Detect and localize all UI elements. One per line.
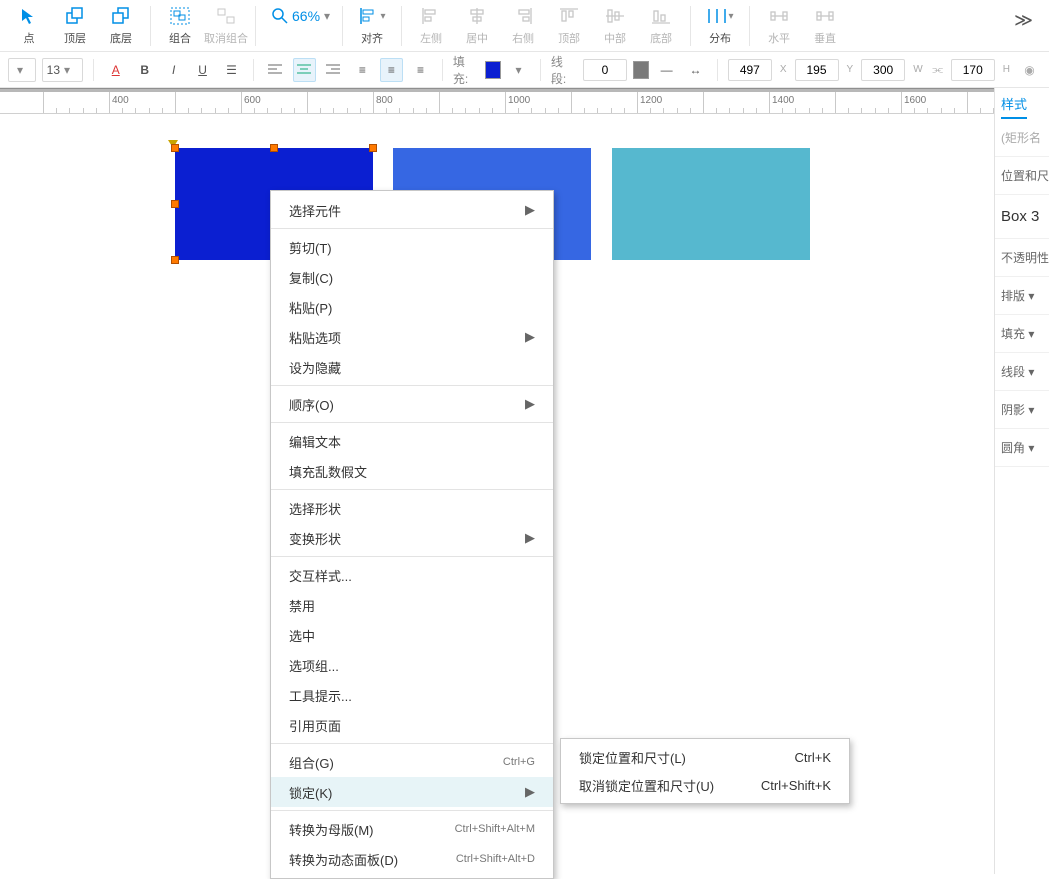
valign-middle-button[interactable]: ≡ (380, 58, 403, 82)
menu-item[interactable]: 填充乱数假文 (271, 456, 553, 486)
distribute-dropdown[interactable]: ▾ 分布 (697, 4, 743, 50)
style-panel: 样式 (矩形名 位置和尺寸Box 3不透明性 ▾排版 ▾填充 ▾线段 ▾阴影 ▾… (994, 88, 1049, 874)
submenu-item[interactable]: 取消锁定位置和尺寸(U)Ctrl+Shift+K (561, 771, 849, 799)
align-bottom-button: 底部 (638, 4, 684, 50)
menu-item[interactable]: 引用页面 (271, 710, 553, 740)
toolbar-overflow-button[interactable]: ≫ (1014, 4, 1043, 31)
h-input[interactable] (951, 59, 995, 81)
align-right-button: 右侧 (500, 4, 546, 50)
font-color-button[interactable]: A (104, 58, 127, 82)
ruler-horizontal: 4006008001000120014001600 (0, 92, 1049, 114)
context-menu: 选择元件 ▶ 剪切(T) 复制(C) 粘贴(P) 粘贴选项 ▶ 设为隐藏 顺序(… (270, 190, 554, 879)
menu-item[interactable]: 锁定(K) ▶ (271, 777, 553, 807)
menu-item[interactable]: 编辑文本 (271, 426, 553, 456)
menu-item[interactable]: 选择元件 ▶ (271, 195, 553, 225)
shape-name-field[interactable]: (矩形名 (995, 119, 1049, 157)
menu-item[interactable]: 转换为母版(M) Ctrl+Shift+Alt+M (271, 814, 553, 844)
bring-front-button[interactable]: 顶层 (52, 4, 98, 50)
align-top-button: 顶部 (546, 4, 592, 50)
italic-button[interactable]: I (162, 58, 185, 82)
x-input[interactable] (728, 59, 772, 81)
send-back-button[interactable]: 底层 (98, 4, 144, 50)
panel-row[interactable]: 填充 ▾ (995, 315, 1049, 353)
stroke-style-button[interactable]: — (655, 58, 678, 82)
format-toolbar: ▾ 13▾ A B I U ☰ ≡ ≡ ≡ 填充: ▾ 线段: — ↔ X Y … (0, 52, 1049, 88)
w-input[interactable] (861, 59, 905, 81)
distribute-vert-button: 垂直 (802, 4, 848, 50)
menu-item[interactable]: 设为隐藏 (271, 352, 553, 382)
resize-handle[interactable] (171, 200, 179, 208)
underline-button[interactable]: U (191, 58, 214, 82)
align-left-button[interactable] (264, 58, 287, 82)
lock-submenu: 锁定位置和尺寸(L)Ctrl+K 取消锁定位置和尺寸(U)Ctrl+Shift+… (560, 738, 850, 804)
font-family-dropdown[interactable]: ▾ (8, 58, 36, 82)
align-centerh-button: 居中 (454, 4, 500, 50)
menu-item[interactable]: 顺序(O) ▶ (271, 389, 553, 419)
y-input[interactable] (795, 59, 839, 81)
resize-handle[interactable] (369, 144, 377, 152)
panel-row[interactable]: 排版 ▾ (995, 277, 1049, 315)
resize-handle[interactable] (270, 144, 278, 152)
arrow-style-button[interactable]: ↔ (684, 58, 707, 82)
zoom-control[interactable]: 66% ▾ (272, 8, 330, 24)
bullets-button[interactable]: ☰ (220, 58, 243, 82)
resize-handle[interactable] (171, 144, 179, 152)
stroke-color-swatch[interactable] (633, 61, 649, 79)
panel-row[interactable]: 阴影 ▾ (995, 391, 1049, 429)
menu-item[interactable]: 变换形状 ▶ (271, 523, 553, 553)
align-right-button[interactable] (322, 58, 345, 82)
distribute-horiz-button: 水平 (756, 4, 802, 50)
tab-style[interactable]: 样式 (1001, 94, 1027, 119)
panel-row[interactable]: 线段 ▾ (995, 353, 1049, 391)
panel-row[interactable]: 不透明性 ▾ (995, 239, 1049, 277)
align-center-button[interactable] (293, 58, 316, 82)
ungroup-button: 取消组合 (203, 4, 249, 50)
submenu-item: 锁定位置和尺寸(L)Ctrl+K (561, 743, 849, 771)
menu-item[interactable]: 交互样式... (271, 560, 553, 590)
align-left-button: 左侧 (408, 4, 454, 50)
menu-item[interactable]: 禁用 (271, 590, 553, 620)
point-tool-button[interactable]: 点 (6, 4, 52, 50)
font-size-dropdown[interactable]: 13▾ (42, 58, 84, 82)
menu-item[interactable]: 复制(C) (271, 262, 553, 292)
menu-item[interactable]: 选项组... (271, 650, 553, 680)
valign-bottom-button[interactable]: ≡ (409, 58, 432, 82)
menu-item[interactable]: 粘贴选项 ▶ (271, 322, 553, 352)
valign-top-button[interactable]: ≡ (351, 58, 374, 82)
resize-handle[interactable] (171, 256, 179, 264)
panel-row[interactable]: 圆角 ▾ (995, 429, 1049, 467)
fill-options-button[interactable]: ▾ (507, 58, 530, 82)
align-dropdown[interactable]: ▾ 对齐 (349, 4, 395, 50)
menu-item[interactable]: 转换为动态面板(D) Ctrl+Shift+Alt+D (271, 844, 553, 874)
visibility-icon[interactable]: ◉ (1018, 58, 1041, 82)
group-button[interactable]: 组合 (157, 4, 203, 50)
menu-item[interactable]: 选择形状 (271, 493, 553, 523)
panel-row[interactable]: 位置和尺寸 (995, 157, 1049, 195)
menu-item[interactable]: 粘贴(P) (271, 292, 553, 322)
blue-rect-3[interactable] (612, 148, 810, 260)
bold-button[interactable]: B (133, 58, 156, 82)
main-toolbar: 点 顶层 底层 组合 取消组合 66% ▾ ▾ 对齐 (0, 0, 1049, 52)
fill-label: 填充: (453, 53, 477, 87)
menu-item[interactable]: 工具提示... (271, 680, 553, 710)
align-middle-button: 中部 (592, 4, 638, 50)
menu-item[interactable]: 组合(G) Ctrl+G (271, 747, 553, 777)
fill-color-swatch[interactable] (485, 61, 501, 79)
stroke-label: 线段: (551, 53, 575, 87)
stroke-width-input[interactable] (583, 59, 627, 81)
menu-item[interactable]: 选中 (271, 620, 553, 650)
panel-row[interactable]: Box 3 (995, 195, 1049, 239)
menu-item[interactable]: 剪切(T) (271, 232, 553, 262)
search-icon (272, 8, 288, 24)
lock-aspect-icon[interactable]: ⫘ (931, 58, 945, 82)
